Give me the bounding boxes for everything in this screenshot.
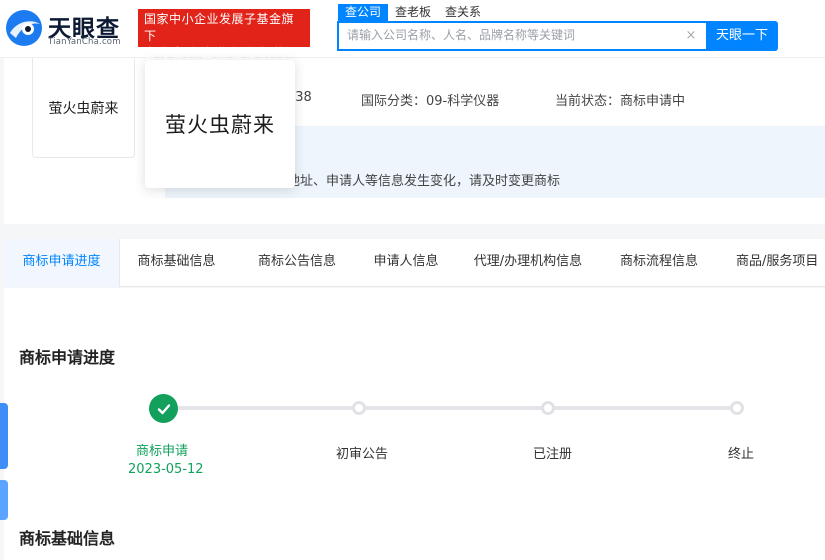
side-float-widget-2[interactable] — [0, 480, 8, 520]
step-dot-registered — [541, 401, 555, 415]
detail-tabbar: 商标申请进度 商标基础信息 商标公告信息 申请人信息 代理/办理机构信息 商标流… — [4, 239, 825, 287]
tab-announcement-info[interactable]: 商标公告信息 — [242, 239, 352, 287]
tab-applicant-info[interactable]: 申请人信息 — [356, 239, 456, 287]
section-title-basic-info: 商标基础信息 — [19, 529, 116, 548]
trademark-preview-popup: 萤火虫蔚来 — [145, 60, 295, 188]
tab-search-company[interactable]: 查公司 — [338, 4, 389, 21]
step-label-application: 商标申请 — [136, 444, 189, 459]
header-bar: 天眼查 TianYanCha.com 国家中小企业发展子基金旗下 官方备案企业征… — [0, 0, 825, 60]
tab-basic-info[interactable]: 商标基础信息 — [124, 239, 229, 287]
logo-subtext: TianYanCha.com — [48, 37, 121, 47]
search-input[interactable] — [347, 28, 677, 42]
logo[interactable]: 天眼查 TianYanCha.com — [4, 6, 130, 50]
search-button[interactable]: 天眼一下 — [706, 21, 778, 51]
side-float-widget[interactable] — [0, 403, 8, 469]
clear-icon[interactable]: × — [684, 29, 698, 43]
step-label-registered: 已注册 — [533, 447, 573, 462]
step-done-check-icon — [149, 394, 178, 423]
step-label-preliminary: 初审公告 — [336, 447, 389, 462]
check-icon — [157, 403, 170, 414]
content-panel — [4, 288, 825, 560]
step-date-application: 2023-05-12 — [128, 462, 204, 477]
current-status: 当前状态：商标申请中 — [555, 94, 686, 109]
tab-process-info[interactable]: 商标流程信息 — [604, 239, 714, 287]
search-box: × — [337, 21, 708, 51]
tab-search-boss[interactable]: 查老板 — [388, 4, 438, 21]
tianyancha-logo-icon — [6, 10, 42, 46]
progress-track — [164, 406, 738, 410]
trademark-thumbnail[interactable]: 萤火虫蔚来 — [32, 58, 135, 158]
tab-search-relation[interactable]: 查关系 — [438, 4, 488, 21]
official-badge: 国家中小企业发展子基金旗下 官方备案企业征信机构 — [138, 9, 310, 60]
section-title-progress: 商标申请进度 — [19, 348, 116, 367]
notice-text: 地址、申请人等信息发生变化，请及时变更商标 — [287, 174, 561, 189]
step-dot-preliminary — [352, 401, 366, 415]
search-type-tabs: 查公司 查老板 查关系 — [338, 4, 488, 21]
tab-goods-services[interactable]: 商品/服务项目 — [724, 239, 825, 287]
international-class: 国际分类：09-科学仪器 — [361, 94, 500, 109]
step-label-terminated: 终止 — [728, 447, 755, 462]
badge-line-1: 国家中小企业发展子基金旗下 — [144, 12, 295, 43]
tab-application-progress[interactable]: 商标申请进度 — [4, 239, 120, 287]
step-dot-terminated — [730, 401, 744, 415]
tab-agency-info[interactable]: 代理/办理机构信息 — [460, 239, 596, 287]
